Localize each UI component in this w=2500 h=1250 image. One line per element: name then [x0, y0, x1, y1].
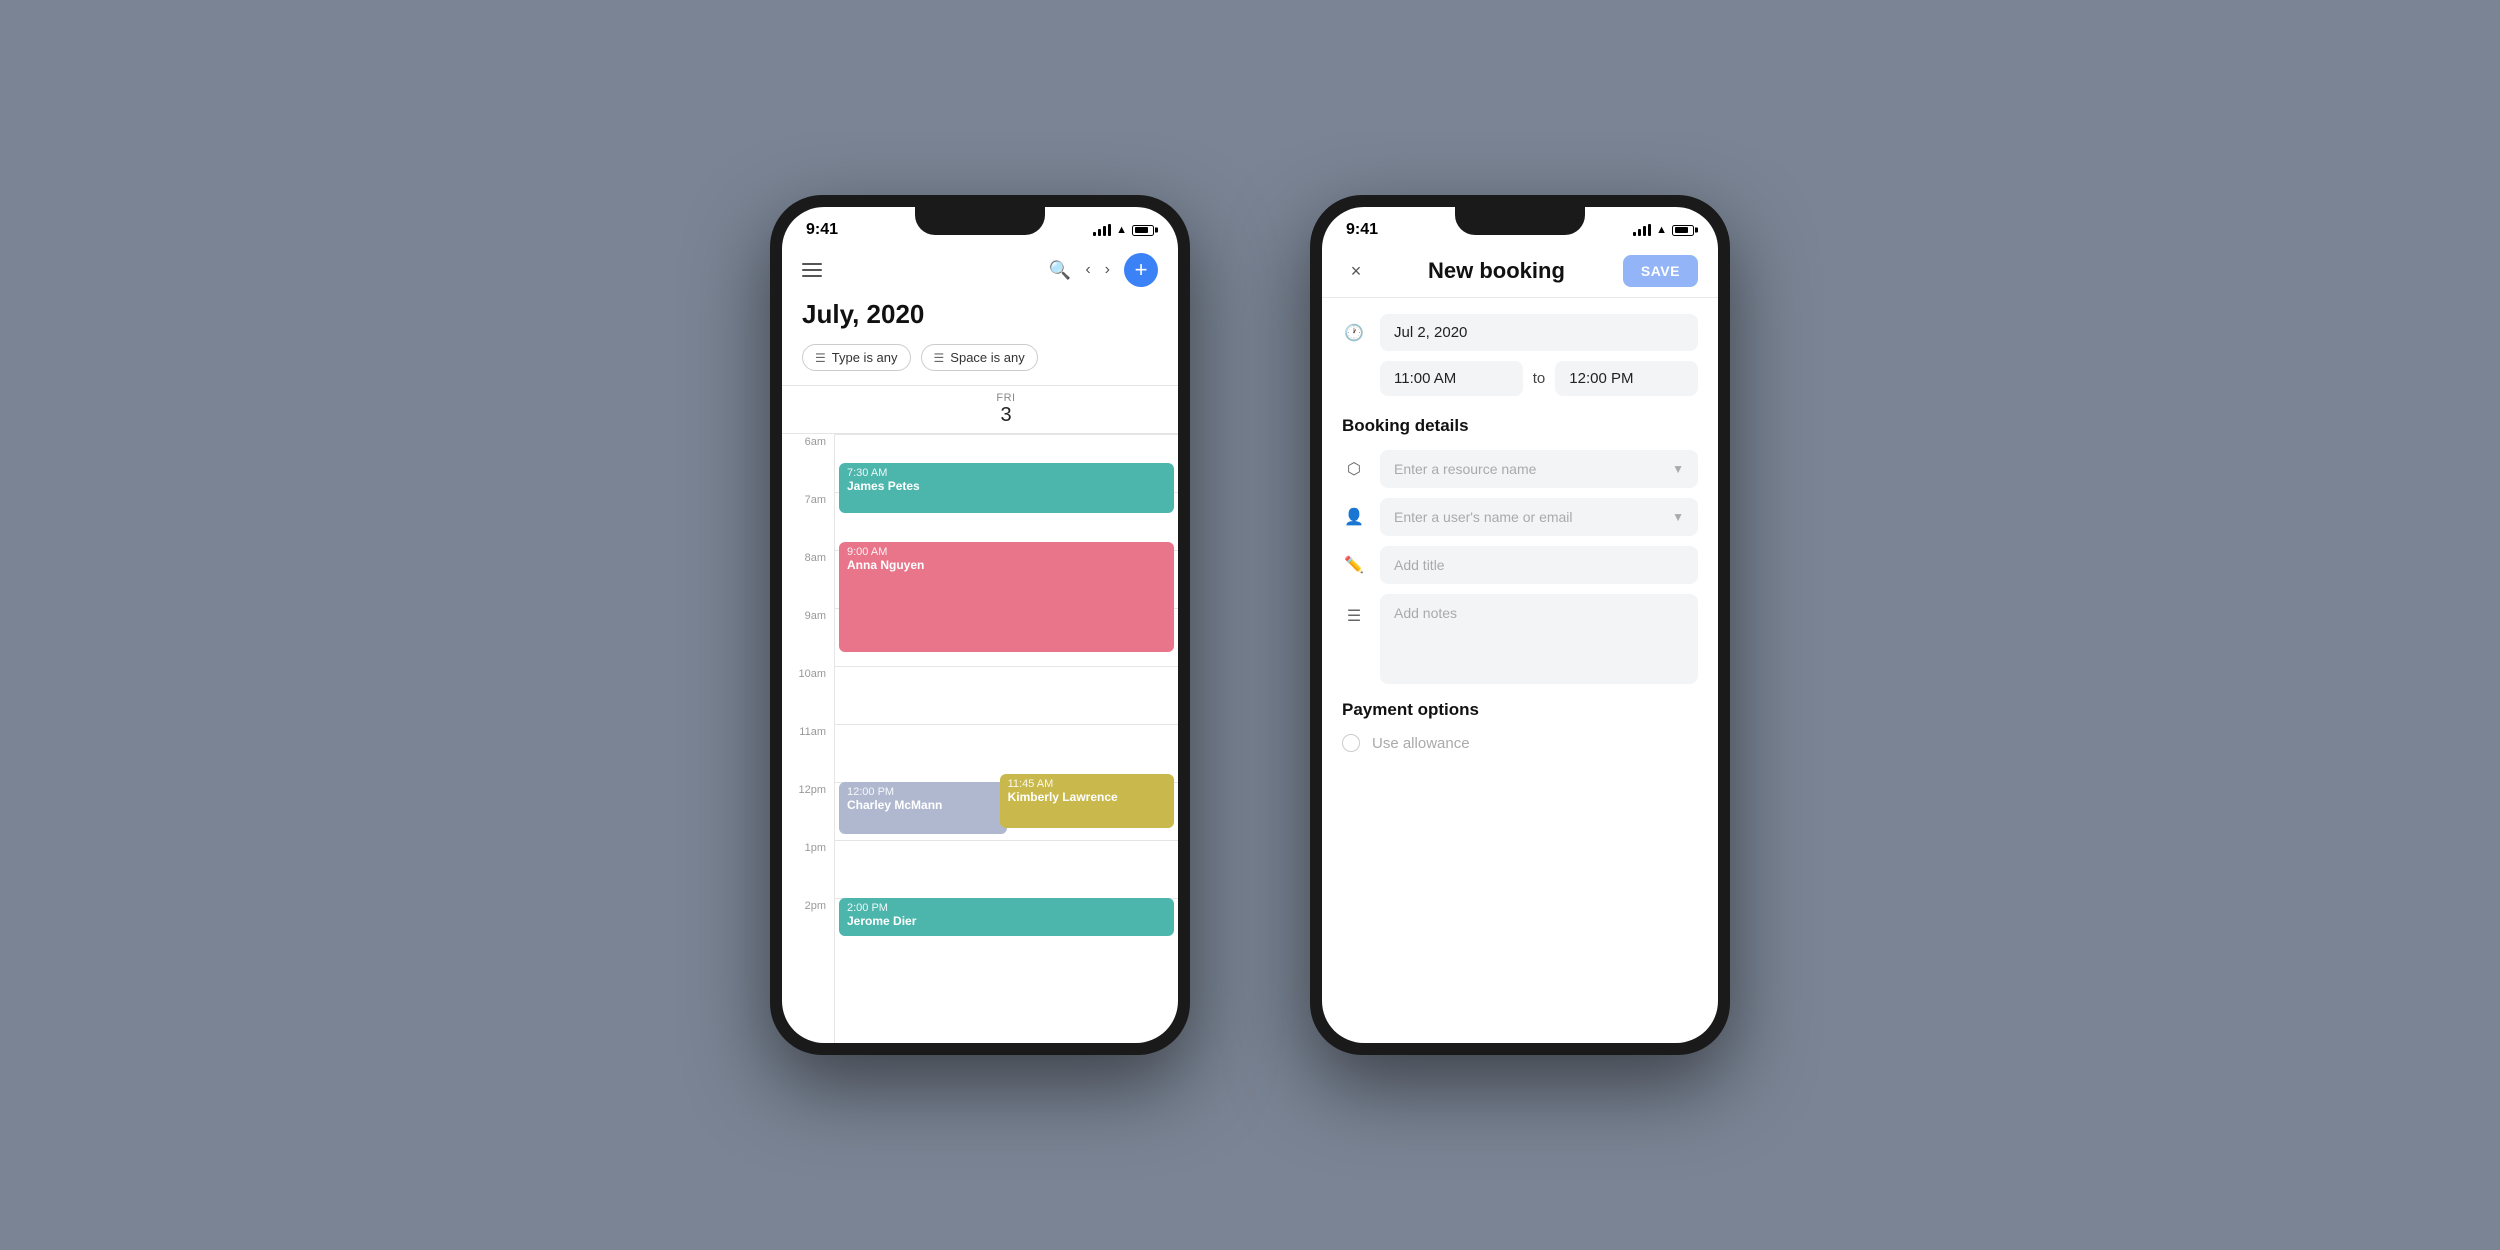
title-row: ✏️ Add title [1342, 546, 1698, 584]
type-filter[interactable]: ☰ Type is any [802, 344, 911, 371]
event-time: 12:00 PM [847, 786, 999, 798]
battery-icon-2 [1672, 225, 1694, 236]
notes-icon: ☰ [1342, 604, 1366, 628]
space-filter-label: Space is any [950, 350, 1024, 365]
next-button[interactable]: › [1105, 261, 1110, 279]
notes-row: ☰ Add notes [1342, 594, 1698, 684]
time-9am: 9am [782, 608, 834, 666]
save-button[interactable]: SAVE [1623, 255, 1698, 287]
event-name: Jerome Dier [847, 914, 1166, 928]
event-name: Anna Nguyen [847, 558, 1166, 572]
filter-icon-type: ☰ [815, 351, 826, 365]
to-label: to [1533, 370, 1546, 387]
space-filter[interactable]: ☰ Space is any [921, 344, 1038, 371]
booking-title: New booking [1428, 258, 1565, 284]
time-labels: 6am 7am 8am 9am 10am 11am 12pm 1pm 2pm [782, 434, 834, 1043]
use-allowance-radio[interactable] [1342, 734, 1360, 752]
event-kimberly-lawrence[interactable]: 11:45 AM Kimberly Lawrence [1000, 774, 1174, 828]
payment-section: Payment options Use allowance [1342, 700, 1698, 752]
day-header-row: FRI 3 [782, 385, 1178, 434]
booking-header: × New booking SAVE [1322, 245, 1718, 298]
wifi-icon-2: ▲ [1656, 224, 1667, 236]
battery-icon [1132, 225, 1154, 236]
user-placeholder: Enter a user's name or email [1394, 509, 1573, 525]
time-6am: 6am [782, 434, 834, 492]
user-row: 👤 Enter a user's name or email ▼ [1342, 498, 1698, 536]
type-filter-label: Type is any [832, 350, 898, 365]
event-time: 7:30 AM [847, 467, 1166, 479]
notch-2 [1455, 207, 1585, 235]
resource-icon: ⬡ [1342, 457, 1366, 481]
start-time-field[interactable]: 11:00 AM [1380, 361, 1523, 396]
event-time: 9:00 AM [847, 546, 1166, 558]
signal-icon [1093, 224, 1111, 236]
status-icons-1: ▲ [1093, 224, 1154, 236]
end-time-field[interactable]: 12:00 PM [1555, 361, 1698, 396]
time-grid: 6am 7am 8am 9am 10am 11am 12pm 1pm 2pm [782, 434, 1178, 1043]
event-name: Charley McMann [847, 798, 999, 812]
status-icons-2: ▲ [1633, 224, 1694, 236]
title-input[interactable]: Add title [1380, 546, 1698, 584]
time-row: 11:00 AM to 12:00 PM [1342, 361, 1698, 396]
payment-section-title: Payment options [1342, 700, 1698, 720]
event-name: Kimberly Lawrence [1008, 790, 1166, 804]
events-column: 7:30 AM James Petes 9:00 AM Anna Nguyen … [834, 434, 1178, 1043]
close-button[interactable]: × [1342, 257, 1370, 285]
event-time: 11:45 AM [1008, 778, 1166, 790]
date-field[interactable]: Jul 2, 2020 [1380, 314, 1698, 351]
event-jerome-dier[interactable]: 2:00 PM Jerome Dier [839, 898, 1174, 936]
user-input[interactable]: Enter a user's name or email ▼ [1380, 498, 1698, 536]
month-title: July, 2020 [782, 295, 1178, 344]
event-time: 2:00 PM [847, 902, 1166, 914]
time-1pm: 1pm [782, 840, 834, 898]
dropdown-arrow-resource: ▼ [1672, 462, 1684, 476]
user-icon: 👤 [1342, 505, 1366, 529]
search-button[interactable]: 🔍 [1049, 260, 1071, 281]
time-8am: 8am [782, 550, 834, 608]
calendar-header: 🔍 ‹ › + [782, 245, 1178, 295]
calendar-grid: FRI 3 6am 7am 8am 9am 10am 11am 12pm 1pm… [782, 385, 1178, 1043]
status-time-2: 9:41 [1346, 221, 1378, 239]
use-allowance-label: Use allowance [1372, 735, 1470, 752]
time-12pm: 12pm [782, 782, 834, 840]
event-james-petes[interactable]: 7:30 AM James Petes [839, 463, 1174, 513]
resource-row: ⬡ Enter a resource name ▼ [1342, 450, 1698, 488]
notes-input[interactable]: Add notes [1380, 594, 1698, 684]
status-time-1: 9:41 [806, 221, 838, 239]
time-10am: 10am [782, 666, 834, 724]
day-header-fri: FRI 3 [834, 386, 1178, 433]
header-actions: 🔍 ‹ › + [1049, 253, 1158, 287]
pencil-icon: ✏️ [1342, 553, 1366, 577]
phone-calendar: 9:41 ▲ 🔍 ‹ › + July [770, 195, 1190, 1055]
date-row: 🕐 Jul 2, 2020 [1342, 314, 1698, 351]
prev-button[interactable]: ‹ [1085, 261, 1090, 279]
signal-icon-2 [1633, 224, 1651, 236]
filter-row: ☰ Type is any ☰ Space is any [782, 344, 1178, 385]
details-section-title: Booking details [1342, 416, 1698, 436]
booking-content: 🕐 Jul 2, 2020 11:00 AM to 12:00 PM Booki… [1322, 298, 1718, 1043]
event-charley-mcmann[interactable]: 12:00 PM Charley McMann [839, 782, 1007, 834]
time-2pm: 2pm [782, 898, 834, 956]
time-11am: 11am [782, 724, 834, 782]
wifi-icon: ▲ [1116, 224, 1127, 236]
add-booking-button[interactable]: + [1124, 253, 1158, 287]
day-name: FRI [834, 392, 1178, 404]
filter-icon-space: ☰ [934, 351, 945, 365]
day-num: 3 [834, 404, 1178, 427]
menu-button[interactable] [802, 263, 822, 277]
use-allowance-row: Use allowance [1342, 734, 1698, 752]
time-7am: 7am [782, 492, 834, 550]
resource-placeholder: Enter a resource name [1394, 461, 1536, 477]
dropdown-arrow-user: ▼ [1672, 510, 1684, 524]
phone-booking: 9:41 ▲ × New booking SAVE 🕐 Jul 2, 202 [1310, 195, 1730, 1055]
clock-icon: 🕐 [1342, 321, 1366, 345]
notch [915, 207, 1045, 235]
event-name: James Petes [847, 479, 1166, 493]
event-anna-nguyen[interactable]: 9:00 AM Anna Nguyen [839, 542, 1174, 652]
resource-input[interactable]: Enter a resource name ▼ [1380, 450, 1698, 488]
